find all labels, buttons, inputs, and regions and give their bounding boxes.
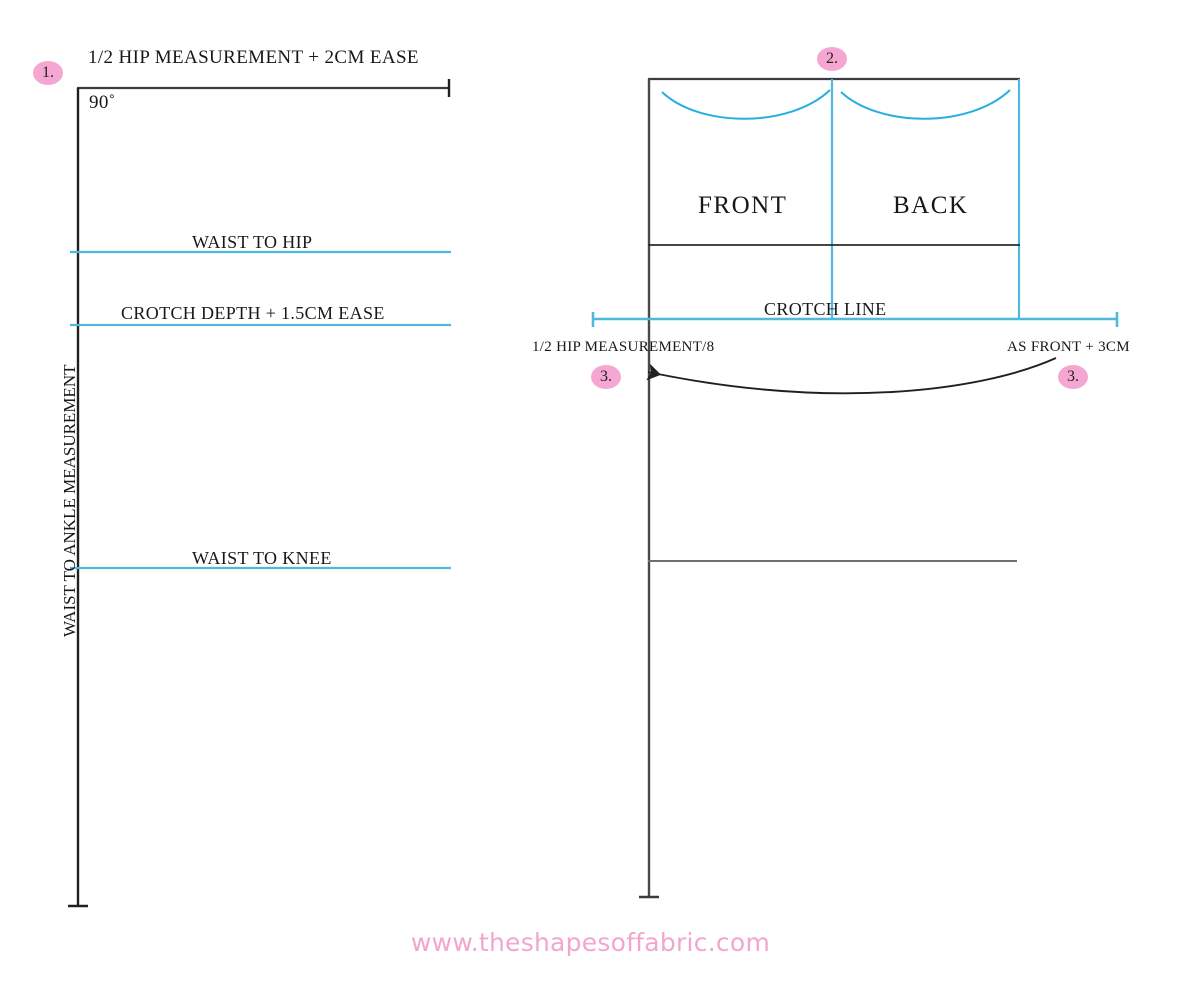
half-hip-over-eight-label: 1/2 HIP MEASUREMENT/8 [532, 339, 715, 355]
right-angle-label: 90˚ [89, 92, 116, 113]
diagram-canvas: 1/2 HIP MEASUREMENT + 2CM EASE 90˚ WAIST… [0, 0, 1181, 984]
crotch-line-label: CROTCH LINE [764, 299, 887, 319]
crotch-depth-label: CROTCH DEPTH + 1.5CM EASE [121, 303, 385, 323]
step-badge-3-left: 3. [591, 365, 621, 389]
left-top-measurement-label: 1/2 HIP MEASUREMENT + 2CM EASE [88, 47, 419, 68]
as-front-plus-3cm-label: AS FRONT + 3CM [1007, 339, 1130, 355]
waist-to-hip-label: WAIST TO HIP [192, 232, 313, 252]
waist-to-knee-label: WAIST TO KNEE [192, 548, 332, 568]
waist-to-ankle-measurement-label: WAIST TO ANKLE MEASUREMENT [60, 364, 79, 637]
front-section-label: FRONT [698, 192, 788, 219]
crotch-curve-arrow [646, 357, 1057, 395]
right-diagram-group [591, 77, 1119, 899]
pattern-drawing-layer [68, 77, 1119, 908]
back-dart-curve [840, 89, 1011, 120]
step-badge-2: 2. [817, 47, 847, 71]
step-badge-1: 1. [33, 61, 63, 85]
front-dart-curve [661, 89, 831, 120]
site-watermark: www.theshapesoffabric.com [410, 928, 771, 957]
step-badge-3-right: 3. [1058, 365, 1088, 389]
left-diagram-group [68, 79, 451, 908]
back-section-label: BACK [893, 192, 969, 219]
